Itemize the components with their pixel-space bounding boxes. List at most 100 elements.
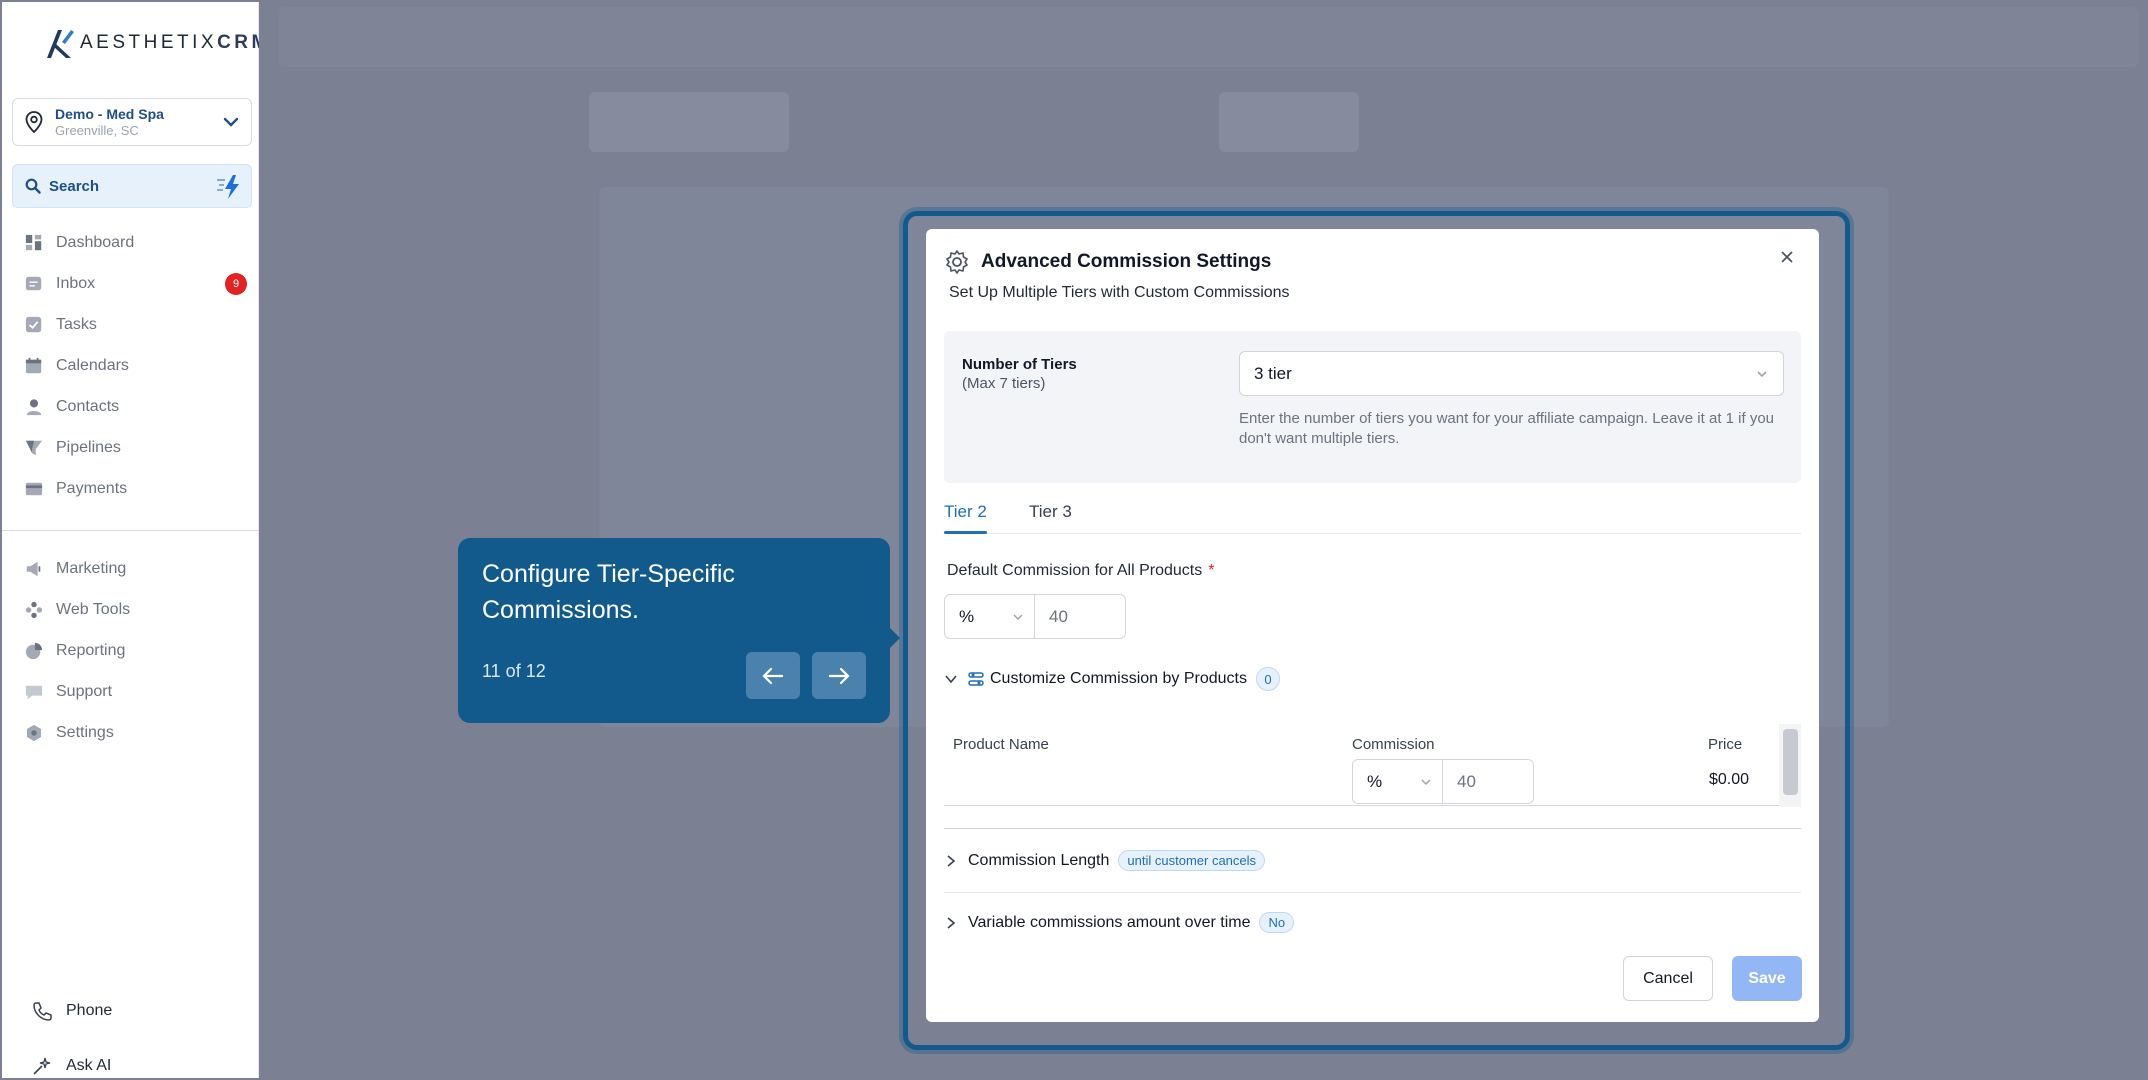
nav-label: Web Tools [56,600,131,618]
logo-mark-icon [47,30,74,58]
variable-commissions-toggle[interactable]: Variable commissions amount over time No [944,912,1295,933]
product-commission-table: Product Name Commission Price % 40 $0.00 [944,724,1801,829]
nav-settings[interactable]: Settings [2,712,259,753]
number-of-tiers-select[interactable]: 3 tier [1239,351,1784,396]
nav-pipelines[interactable]: Pipelines [2,427,259,468]
nav-reporting[interactable]: Reporting [2,630,259,671]
gear-icon [24,723,44,743]
nav-ask-ai[interactable]: Ask AI [32,1056,111,1076]
unit-value: % [959,606,975,626]
chevron-right-icon [947,854,956,867]
settings-gear-icon [946,250,968,274]
contacts-icon [24,397,44,417]
nav-phone[interactable]: Phone [32,1001,112,1021]
chat-icon [24,682,44,702]
default-commission-unit-select[interactable]: % [944,594,1035,639]
sparkle-icon [33,1057,51,1075]
megaphone-icon [24,559,44,579]
commission-length-label: Commission Length [968,851,1110,869]
chevron-down-icon [1013,614,1023,621]
nav-label: Ask AI [66,1057,112,1074]
tiers-sublabel: (Max 7 tiers) [962,375,1046,392]
location-pin-icon [25,111,43,134]
row-divider [944,805,1779,806]
search-bar[interactable]: Search [12,164,252,208]
brand-name: AESTHETIXCRM [80,32,271,53]
nav-label: Payments [56,479,128,497]
tiers-value: 3 tier [1254,363,1292,383]
phone-icon [33,1002,52,1021]
location-city: Greenville, SC [55,122,139,138]
tiers-help-text: Enter the number of tiers you want for y… [1239,410,1775,447]
nav-label: Phone [66,1002,113,1019]
nav-dashboard[interactable]: Dashboard [2,222,259,263]
funnel-icon [24,438,44,458]
modal-subtitle: Set Up Multiple Tiers with Custom Commis… [949,284,1290,301]
product-commission-input[interactable]: 40 [1443,759,1534,804]
nav-marketing[interactable]: Marketing [2,548,259,589]
customize-commission-toggle[interactable]: Customize Commission by Products 0 [944,667,1280,691]
background-tab [1219,92,1359,152]
location-switcher[interactable]: Demo - Med Spa Greenville, SC [12,98,252,146]
customize-count-badge: 0 [1255,667,1280,691]
background-header [279,7,2139,67]
nav-calendars[interactable]: Calendars [2,345,259,386]
nav-label: Reporting [56,641,126,659]
column-product-name: Product Name [953,736,1049,753]
product-price: $0.00 [1708,771,1749,788]
nav-web-tools[interactable]: Web Tools [2,589,259,630]
nav-label: Dashboard [56,233,135,251]
scrollbar-thumb[interactable] [1783,729,1798,795]
active-tab-indicator [944,531,987,534]
location-name: Demo - Med Spa [55,105,164,122]
tab-tier-3[interactable]: Tier 3 [1029,502,1072,522]
tour-title: Configure Tier-Specific Commissions. [482,560,735,624]
tab-tier-2[interactable]: Tier 2 [944,502,987,522]
sliders-icon [968,672,984,686]
nav-support[interactable]: Support [2,671,259,712]
default-commission-input[interactable]: 40 [1035,594,1126,639]
web-tools-icon [24,600,44,620]
tour-step-counter: 11 of 12 [482,661,546,681]
brand-logo[interactable]: AESTHETIXCRM [44,26,271,60]
tasks-icon [24,315,44,335]
search-icon [25,178,41,194]
nav-label: Tasks [56,315,97,333]
inbox-icon [24,274,44,294]
tiers-section: Number of Tiers (Max 7 tiers) 3 tier Ent… [944,331,1801,483]
variable-commissions-label: Variable commissions amount over time [968,913,1251,931]
nav-divider [2,530,259,531]
nav-tasks[interactable]: Tasks [2,304,259,345]
commission-length-badge: until customer cancels [1118,850,1266,871]
sidebar: AESTHETIXCRM Demo - Med Spa Greenville, … [2,2,267,1078]
quick-action-bolt-icon[interactable] [215,174,243,200]
payments-icon [24,479,44,499]
tour-next-button[interactable] [812,652,866,699]
chevron-right-icon [947,916,956,929]
arrow-right-icon [828,667,850,684]
secondary-nav: Marketing Web Tools Reporting Support Se… [2,548,259,753]
commission-length-toggle[interactable]: Commission Length until customer cancels [944,850,1266,871]
save-button[interactable]: Save [1732,956,1802,1001]
product-commission-unit-select[interactable]: % [1352,759,1443,804]
table-scrollbar[interactable] [1779,724,1801,807]
nav-label: Calendars [56,356,129,374]
close-button[interactable] [1779,249,1795,265]
search-label: Search [49,177,100,195]
inbox-count-badge: 9 [225,273,247,295]
arrow-left-icon [762,667,784,684]
column-commission: Commission [1352,736,1435,753]
chevron-down-icon [1421,779,1431,786]
nav-inbox[interactable]: Inbox 9 [2,263,259,304]
tour-previous-button[interactable] [746,652,800,699]
nav-label: Pipelines [56,438,121,456]
nav-payments[interactable]: Payments [2,468,259,509]
chevron-down-icon [1757,371,1767,378]
nav-label: Marketing [56,559,127,577]
calendar-icon [24,356,44,376]
nav-contacts[interactable]: Contacts [2,386,259,427]
chevron-down-icon [223,117,239,127]
nav-label: Support [56,682,113,700]
cancel-button[interactable]: Cancel [1623,956,1713,1001]
default-commission-label: Default Commission for All Products * [947,562,1215,579]
